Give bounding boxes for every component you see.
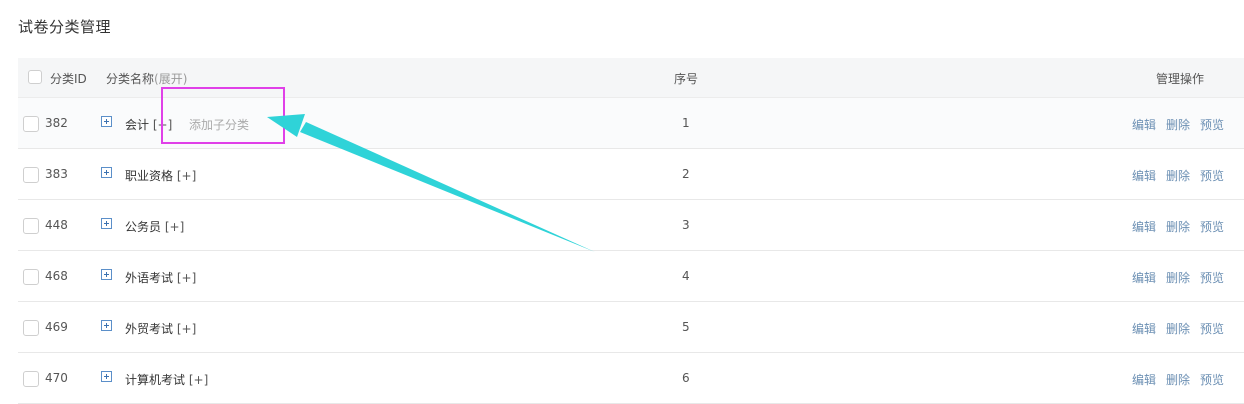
annotation-arrow-icon bbox=[267, 114, 595, 252]
